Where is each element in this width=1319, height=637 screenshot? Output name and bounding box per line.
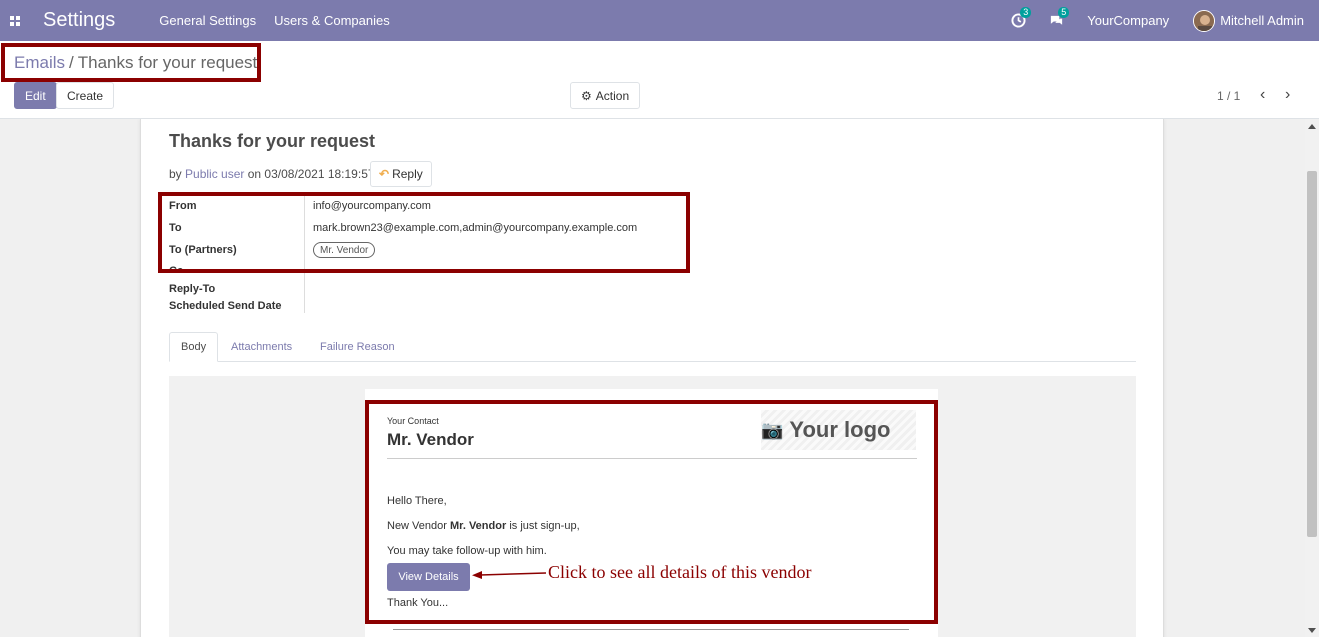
breadcrumb-highlight-box <box>1 43 261 82</box>
reply-button[interactable]: ↶ Reply <box>370 161 432 187</box>
messages-icon[interactable]: 5 <box>1049 6 1070 29</box>
scrollbar-thumb[interactable] <box>1307 171 1317 537</box>
mail-subject: Thanks for your request <box>169 131 376 151</box>
company-switcher[interactable]: YourCompany <box>1087 13 1169 28</box>
activity-badge: 3 <box>1020 6 1032 18</box>
reply-label: Reply <box>392 167 423 181</box>
mail-byline: by Public user on 03/08/2021 18:19:57 <box>169 167 375 181</box>
edit-button[interactable]: Edit <box>14 82 57 109</box>
app-title[interactable]: Settings <box>43 9 115 32</box>
gear-icon: ⚙ <box>581 88 592 103</box>
mail-date: on 03/08/2021 18:19:57 <box>247 167 375 181</box>
control-panel: Emails / Thanks for your request Edit Crea… <box>0 41 1319 119</box>
messages-badge: 5 <box>1058 6 1070 18</box>
page-scrollbar[interactable] <box>1305 119 1319 637</box>
mail-card: Your Contact Mr. Vendor 📷 Your logo Hell… <box>365 389 938 637</box>
tab-body[interactable]: Body <box>169 332 219 362</box>
menu-users-companies[interactable]: Users & Companies <box>274 13 390 28</box>
action-label: Action <box>595 88 630 103</box>
action-button[interactable]: ⚙ Action <box>570 82 641 109</box>
create-button[interactable]: Create <box>56 82 115 109</box>
scroll-up-icon[interactable] <box>1308 124 1316 129</box>
pager-next-icon[interactable]: › <box>1285 86 1290 104</box>
form-content: Thanks for your request by Public user o… <box>0 119 1305 637</box>
tab-attachments[interactable]: Attachments <box>220 332 303 362</box>
reply-arrow-icon: ↶ <box>379 167 390 181</box>
pager-previous-icon[interactable]: ‹ <box>1260 86 1265 104</box>
notebook-tabs: Body Attachments Failure Reason <box>169 332 1136 362</box>
reply-to-label: Reply-To <box>169 283 216 295</box>
user-avatar[interactable] <box>1193 9 1216 32</box>
apps-menu-icon[interactable] <box>0 0 30 41</box>
top-navbar: Settings General Settings Users & Compan… <box>0 0 1319 41</box>
fields-highlight-box <box>158 192 690 273</box>
byline-prefix: by <box>169 167 182 181</box>
mail-footer-divider <box>393 629 909 630</box>
activity-clock-icon[interactable]: 3 <box>1011 6 1032 29</box>
tab-failure-reason[interactable]: Failure Reason <box>309 332 406 362</box>
pager-value[interactable]: 1 / 1 <box>1217 89 1240 103</box>
user-menu[interactable]: Mitchell Admin <box>1220 13 1304 28</box>
mail-highlight-box <box>365 400 938 624</box>
body-preview: Your Contact Mr. Vendor 📷 Your logo Hell… <box>169 376 1136 637</box>
scroll-down-icon[interactable] <box>1308 628 1316 633</box>
form-sheet: Thanks for your request by Public user o… <box>140 119 1164 637</box>
author-link[interactable]: Public user <box>185 167 244 181</box>
scheduled-send-date-label: Scheduled Send Date <box>169 300 282 312</box>
menu-general-settings[interactable]: General Settings <box>159 13 256 28</box>
